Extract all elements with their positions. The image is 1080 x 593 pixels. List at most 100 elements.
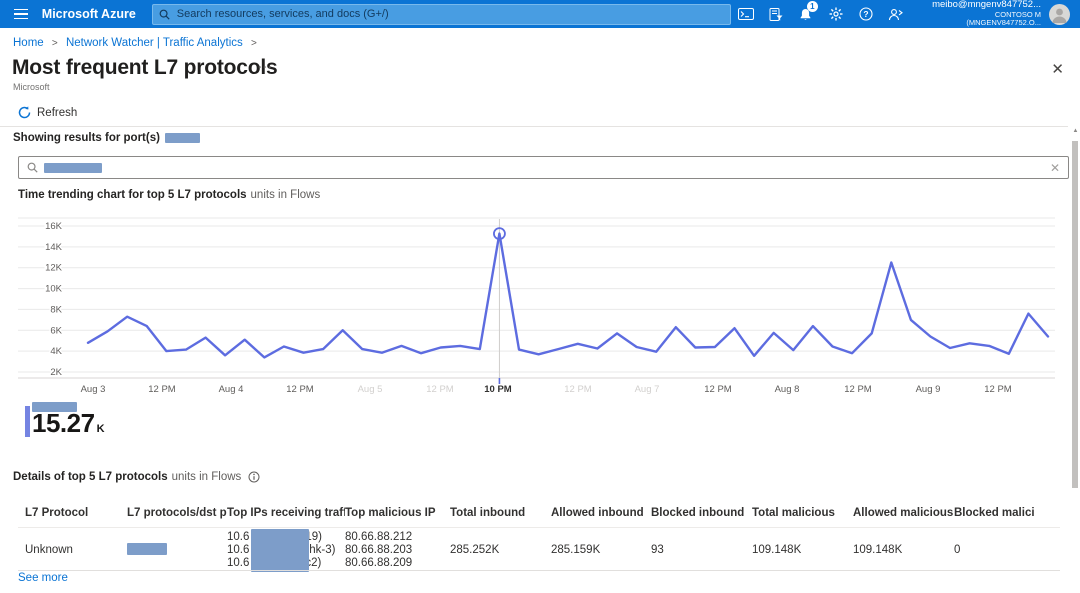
details-table-header: L7 ProtocolL7 protocols/dst p...Top IPs … <box>0 507 1055 519</box>
scrollbar-thumb[interactable] <box>1072 141 1078 488</box>
metric-unit: K <box>97 423 104 435</box>
top-bar: Microsoft Azure <box>0 0 1080 28</box>
column-header[interactable]: Allowed inbound <box>551 507 651 519</box>
azure-brand-link[interactable]: Microsoft Azure <box>42 7 136 21</box>
metric-accent-bar <box>25 406 30 437</box>
directories-filter-icon <box>769 8 783 21</box>
scrollbar-up-arrow[interactable]: ▲ <box>1072 128 1079 134</box>
showing-results-label: Showing results for port(s) <box>13 132 200 144</box>
search-icon <box>159 9 170 20</box>
more-options-button[interactable]: ··· <box>258 60 273 74</box>
avatar[interactable] <box>1049 4 1070 25</box>
column-header[interactable]: Top IPs receiving traffi... <box>227 507 345 519</box>
x-axis-tick-label: 12 PM <box>286 384 314 395</box>
notification-count-badge: 1 <box>807 1 818 12</box>
help-button[interactable]: ? <box>851 0 881 28</box>
series-line <box>88 234 1048 358</box>
y-axis-tick-label: 6K <box>50 325 62 336</box>
x-axis-tick-label: 12 PM <box>844 384 872 395</box>
svg-text:?: ? <box>863 9 868 19</box>
table-row-divider <box>18 570 1060 571</box>
y-axis-tick-label: 14K <box>45 242 63 253</box>
refresh-label: Refresh <box>37 107 77 119</box>
top-bar-icons: 1 ? <box>731 0 911 28</box>
malicious-ip: 80.66.88.203 <box>345 544 442 557</box>
question-icon: ? <box>859 7 873 21</box>
cell-top-ips: 10.619)10.6-hk-3)10.6c2) <box>227 531 345 570</box>
breadcrumb-separator: > <box>251 38 257 49</box>
close-blade-button[interactable]: ✕ <box>1051 60 1064 78</box>
cell-total-inbound: 285.252K <box>450 544 551 557</box>
x-axis-tick-label: Aug 7 <box>635 384 660 395</box>
y-axis-tick-label: 12K <box>45 263 63 274</box>
column-header[interactable]: Blocked malicious <box>954 507 1034 519</box>
azure-portal-window: Microsoft Azure <box>0 0 1080 593</box>
y-axis-tick-label: 2K <box>50 367 62 378</box>
malicious-ip: 80.66.88.212 <box>345 531 442 544</box>
portal-menu-icon[interactable] <box>0 0 42 28</box>
column-header[interactable]: L7 protocols/dst p... <box>127 507 227 519</box>
breadcrumb-separator: > <box>52 38 58 49</box>
vertical-scrollbar[interactable]: ▲ <box>1072 128 1079 591</box>
breadcrumb-home-link[interactable]: Home <box>13 37 44 49</box>
info-icon[interactable] <box>248 471 260 483</box>
ip-prefix: 10.6 <box>227 544 249 557</box>
settings-button[interactable] <box>821 0 851 28</box>
y-axis-tick-label: 4K <box>50 346 62 357</box>
command-bar-divider <box>0 126 1068 127</box>
x-axis-tick-label: 10 PM <box>484 384 512 395</box>
cloud-shell-button[interactable] <box>731 0 761 28</box>
notifications-button[interactable]: 1 <box>791 0 821 28</box>
directories-filter-button[interactable] <box>761 0 791 28</box>
cell-allowed-inbound: 285.159K <box>551 544 651 557</box>
x-axis-tick-label: 12 PM <box>426 384 454 395</box>
redacted-filter-value <box>44 163 102 173</box>
chart-section-title: Time trending chart for top 5 L7 protoco… <box>18 189 320 201</box>
cell-l7-protocol: Unknown <box>25 544 127 557</box>
y-axis-tick-label: 16K <box>45 221 63 232</box>
cell-l7-protocols-dst-port <box>127 543 227 559</box>
details-section-title: Details of top 5 L7 protocolsunits in Fl… <box>13 471 260 483</box>
cell-total-malicious: 109.148K <box>752 544 853 557</box>
page-subtitle: Microsoft <box>13 82 50 92</box>
column-header[interactable]: Allowed malicious <box>853 507 954 519</box>
feedback-button[interactable] <box>881 0 911 28</box>
table-header-divider <box>18 527 1060 528</box>
ip-prefix: 10.6 <box>227 531 249 544</box>
breadcrumb: Home > Network Watcher | Traffic Analyti… <box>13 37 262 49</box>
redacted-series-label <box>32 402 77 412</box>
column-header[interactable]: L7 Protocol <box>25 507 127 519</box>
selected-point-metric: 15.27K <box>25 401 104 438</box>
breadcrumb-traffic-analytics-link[interactable]: Network Watcher | Traffic Analytics <box>66 37 243 49</box>
account-menu[interactable]: meibo@mngenv847752... CONTOSO M (MNGENV8… <box>919 0 1041 28</box>
column-header[interactable]: Total malicious <box>752 507 853 519</box>
see-more-link[interactable]: See more <box>18 572 68 584</box>
x-axis-tick-label: Aug 9 <box>916 384 941 395</box>
clear-filter-icon[interactable]: ✕ <box>1050 161 1060 175</box>
malicious-ip: 80.66.88.209 <box>345 557 442 570</box>
ip-prefix: 10.6 <box>227 557 249 570</box>
cell-blocked-malicious: 0 <box>954 544 1034 557</box>
refresh-button[interactable]: Refresh <box>18 106 77 119</box>
ports-filter-input[interactable]: ✕ <box>18 156 1069 179</box>
redacted-port-value <box>165 133 200 143</box>
account-tenant: CONTOSO M (MNGENV847752.O... <box>919 11 1041 28</box>
cell-top-malicious-ips: 80.66.88.21280.66.88.20380.66.88.209 <box>345 531 450 570</box>
redacted-value <box>251 529 309 572</box>
cloud-shell-icon <box>738 8 754 20</box>
column-header[interactable]: Total inbound <box>450 507 551 519</box>
metric-value: 15.27 <box>32 408 95 438</box>
trend-line-chart[interactable]: 16K14K12K10K8K6K4K2KAug 312 PMAug 412 PM… <box>18 216 1055 400</box>
column-header[interactable]: Top malicious IP <box>345 507 450 519</box>
column-header[interactable]: Blocked inbound <box>651 507 752 519</box>
avatar-person-icon <box>1049 4 1070 25</box>
table-row[interactable]: Unknown 10.619)10.6-hk-3)10.6c2)80.66.88.… <box>0 531 1055 570</box>
cell-allowed-malicious: 109.148K <box>853 544 954 557</box>
refresh-icon <box>18 106 31 119</box>
global-search-box[interactable] <box>152 4 731 25</box>
x-axis-tick-label: 12 PM <box>148 384 176 395</box>
feedback-person-icon <box>888 8 903 21</box>
x-axis-tick-label: Aug 8 <box>775 384 800 395</box>
global-search-input[interactable] <box>175 7 724 21</box>
x-axis-tick-label: Aug 4 <box>219 384 244 395</box>
